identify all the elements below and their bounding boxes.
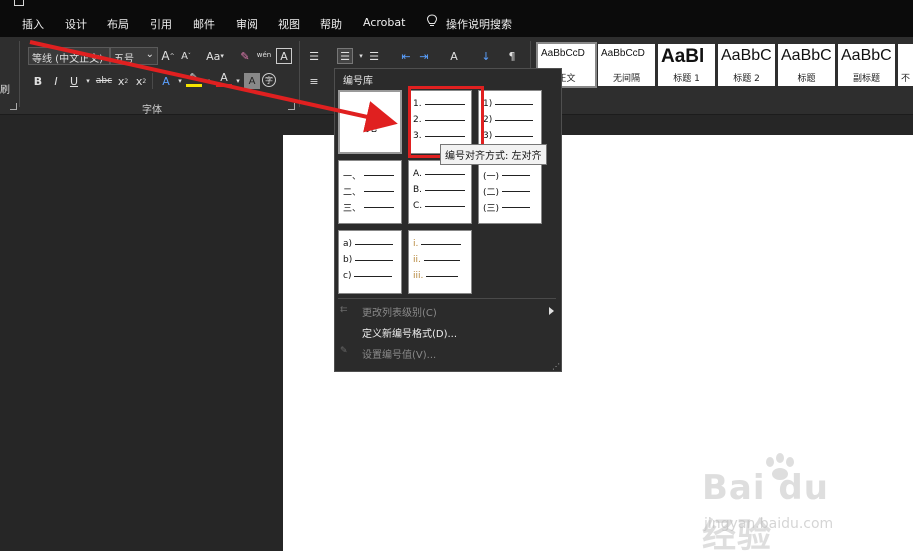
define-new-number-format-item[interactable]: 定义新编号格式(D)...	[362, 325, 457, 340]
change-list-level-item[interactable]: 更改列表级别(C)	[362, 304, 437, 319]
tell-me-search[interactable]: 操作说明搜索	[446, 16, 512, 32]
tab-layout[interactable]: 布局	[107, 16, 129, 32]
style-more[interactable]: 不	[898, 44, 913, 86]
shrink-font-icon[interactable]: Aˇ	[178, 48, 194, 64]
set-numbering-value-item[interactable]: 设置编号值(V)...	[362, 346, 436, 361]
submenu-arrow-icon	[549, 307, 554, 315]
set-value-icon: ✎	[340, 346, 348, 356]
numbering-format-none[interactable]: 无	[338, 90, 402, 154]
baidu-url-text: jingyan.baidu.com	[704, 516, 834, 532]
style-subtitle[interactable]: AaBbC 副标题	[838, 44, 895, 86]
tab-acrobat[interactable]: Acrobat	[363, 16, 405, 29]
clear-format-icon[interactable]: ✎	[237, 48, 253, 64]
tab-insert[interactable]: 插入	[22, 16, 44, 32]
character-shading-icon[interactable]: A	[244, 73, 260, 89]
tab-review[interactable]: 审阅	[236, 16, 258, 32]
align-left-icon[interactable]: ≡	[306, 73, 322, 89]
style-title[interactable]: AaBbC 标题	[778, 44, 835, 86]
baidu-watermark: Bai du 经验 jingyan.baidu.com	[700, 452, 870, 551]
format-painter-label[interactable]: 刷	[0, 81, 10, 96]
bullets-icon[interactable]: ☰	[306, 48, 322, 64]
character-border-icon[interactable]: A	[276, 48, 292, 64]
tab-mailings[interactable]: 邮件	[193, 16, 215, 32]
sort-icon[interactable]: ↓	[478, 48, 494, 64]
numbering-alignment-tooltip: 编号对齐方式: 左对齐	[440, 144, 547, 165]
tab-view[interactable]: 视图	[278, 16, 300, 32]
decrease-indent-icon[interactable]: ⇤	[398, 48, 414, 64]
change-case-button[interactable]: Aa ▾	[202, 48, 228, 64]
show-marks-icon[interactable]: ¶	[504, 48, 520, 64]
font-dialog-launcher-icon[interactable]	[288, 103, 295, 110]
italic-icon[interactable]: I	[48, 73, 64, 89]
tab-help[interactable]: 帮助	[320, 16, 342, 32]
subscript-icon[interactable]: x2	[115, 73, 131, 89]
numbering-format-upper-alpha[interactable]: A. B. C.	[408, 160, 472, 224]
style-no-spacing[interactable]: AaBbCcD 无间隔	[598, 44, 655, 86]
numbering-format-chinese-paren[interactable]: (一) (二) (三)	[478, 160, 542, 224]
grow-font-icon[interactable]: A ^	[160, 48, 176, 64]
baidu-brand-text: Bai du 经验	[702, 468, 829, 551]
style-heading-2[interactable]: AaBbC 标题 2	[718, 44, 775, 86]
font-size-combo[interactable]: 五号 ⌄	[110, 47, 158, 65]
tab-references[interactable]: 引用	[150, 16, 172, 32]
style-heading-1[interactable]: AaBl 标题 1	[658, 44, 715, 86]
increase-indent-icon[interactable]: ⇥	[416, 48, 432, 64]
numbering-icon[interactable]: ☰	[337, 48, 353, 64]
menu-bar: 插入 设计 布局 引用 邮件 审阅 视图 帮助 Acrobat 操作说明搜索	[0, 0, 913, 37]
clipboard-dialog-launcher-icon[interactable]	[10, 103, 17, 110]
chevron-down-icon: ⌄	[145, 49, 154, 60]
ribbon-separator	[19, 41, 20, 107]
tab-design[interactable]: 设计	[65, 16, 87, 32]
numbering-format-lower-alpha[interactable]: a) b) c)	[338, 230, 402, 294]
strikethrough-icon[interactable]: abc	[94, 73, 114, 89]
numbering-format-lower-roman[interactable]: i. ii. iii.	[408, 230, 472, 294]
enclose-characters-icon[interactable]: 字	[262, 73, 276, 87]
phonetic-guide-icon[interactable]: wén	[256, 47, 272, 63]
lightbulb-icon	[426, 14, 438, 26]
multilevel-list-icon[interactable]: ☰	[366, 48, 382, 64]
numbering-format-chinese[interactable]: 一、 二、 三、	[338, 160, 402, 224]
font-group-label: 字体	[142, 105, 162, 116]
asian-layout-icon[interactable]: A	[446, 48, 462, 64]
bold-icon[interactable]: B	[30, 73, 46, 89]
window-corner-icon	[14, 0, 24, 6]
list-level-icon: ⇇	[340, 305, 348, 315]
font-name-combo[interactable]: 等线 (中文正文)	[28, 47, 110, 65]
superscript-icon[interactable]: x2	[133, 73, 149, 89]
chevron-down-icon[interactable]: ▾	[200, 73, 216, 89]
numbering-library-title: 编号库	[343, 76, 373, 87]
